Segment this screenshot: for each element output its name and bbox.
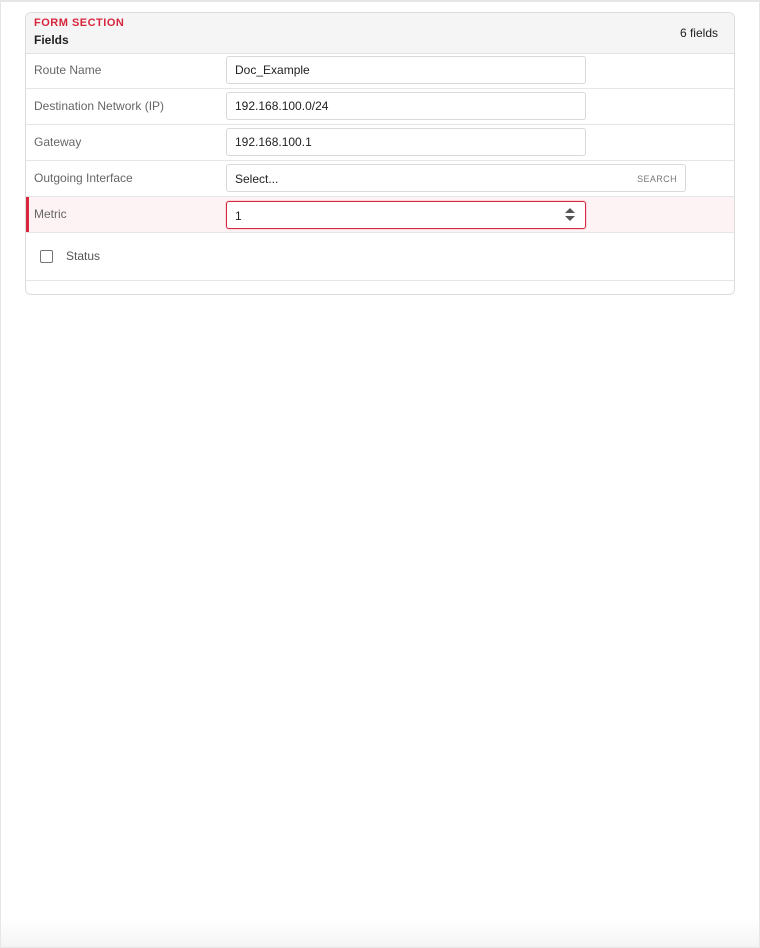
field-row-destination: Destination Network (IP)	[26, 89, 734, 125]
metric-input[interactable]: 1	[226, 201, 586, 229]
metric-value: 1	[235, 209, 242, 223]
field-row-outgoing-interface: Outgoing Interface Select... SEARCH	[26, 161, 734, 197]
field-row-gateway: Gateway	[26, 125, 734, 161]
outgoing-interface-label: Outgoing Interface	[34, 171, 133, 185]
section-kicker: FORM SECTION	[34, 17, 125, 29]
destination-label: Destination Network (IP)	[34, 99, 165, 113]
field-row-metric: Metric 1	[26, 197, 734, 233]
gateway-input[interactable]	[226, 128, 586, 156]
stepper-down-icon[interactable]	[565, 216, 575, 221]
form-section-header: FORM SECTION Fields 6 fields	[26, 13, 734, 54]
route-name-input[interactable]	[226, 56, 586, 84]
destination-input[interactable]	[226, 92, 586, 120]
field-row-status: Status	[26, 233, 734, 281]
outgoing-interface-selected-value: Select...	[235, 172, 279, 186]
form-section-footer	[26, 281, 734, 294]
field-count: 6 fields	[679, 26, 718, 40]
metric-label: Metric	[34, 207, 67, 221]
form-section-card: FORM SECTION Fields 6 fields Route Name …	[25, 12, 735, 295]
field-row-route-name: Route Name	[26, 53, 734, 89]
status-label: Status	[66, 249, 101, 263]
section-title: Fields	[34, 33, 69, 47]
route-name-label: Route Name	[34, 63, 102, 77]
gateway-label: Gateway	[34, 135, 82, 149]
status-checkbox[interactable]	[40, 250, 53, 263]
stepper-up-icon[interactable]	[565, 208, 575, 213]
outgoing-interface-select[interactable]: Select... SEARCH	[226, 164, 686, 192]
outgoing-interface-search-button[interactable]: SEARCH	[637, 174, 677, 184]
metric-stepper[interactable]	[565, 207, 575, 223]
